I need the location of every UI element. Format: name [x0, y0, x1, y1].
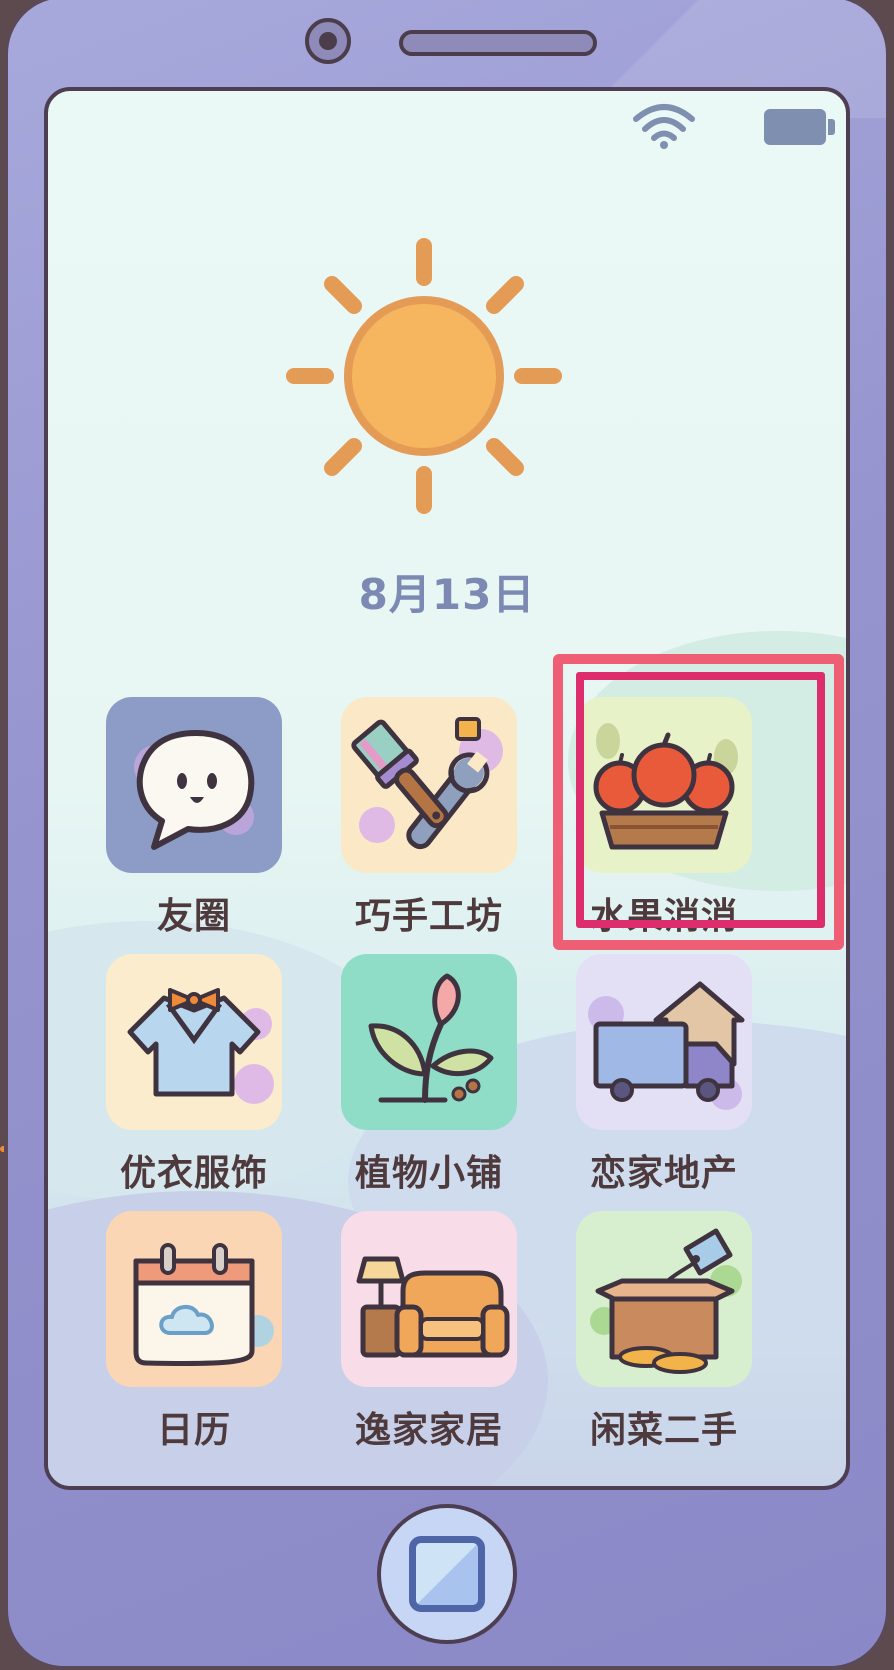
app-label: 优衣服饰 — [119, 1153, 268, 1194]
app-tile[interactable] — [576, 1211, 752, 1387]
box-price-tag-icon — [590, 1228, 742, 1374]
app-tile[interactable] — [341, 1211, 517, 1387]
app-label: 巧手工坊 — [354, 896, 503, 937]
shirt-bowtie-icon — [127, 988, 274, 1104]
home-button[interactable] — [377, 1504, 517, 1644]
speech-bubble-face-icon — [134, 730, 255, 850]
app-tile[interactable] — [106, 1211, 282, 1387]
app-tile[interactable] — [341, 954, 517, 1130]
app-selection-highlight-inner — [576, 672, 825, 928]
home-square-icon — [409, 1536, 485, 1612]
app-zhiwu-xiaopu[interactable]: 植物小铺 — [341, 954, 517, 1196]
front-camera — [305, 18, 351, 64]
sofa-lamp-icon — [356, 1256, 510, 1358]
moving-truck-house-icon — [588, 981, 745, 1110]
app-tile[interactable] — [106, 954, 282, 1130]
wifi-icon — [633, 104, 695, 149]
app-youquan[interactable]: 友圈 — [106, 697, 282, 939]
app-label: 友圈 — [156, 896, 231, 937]
app-tile[interactable] — [576, 954, 752, 1130]
earpiece-speaker — [399, 30, 597, 56]
calendar-cloud-icon — [133, 1243, 274, 1366]
app-qiaoshou-gongfang[interactable]: 巧手工坊 — [341, 697, 517, 939]
app-label: 恋家地产 — [589, 1153, 738, 1194]
brush-wrench-icon — [351, 717, 503, 850]
app-youyi-fushi[interactable]: 优衣服饰 — [106, 954, 282, 1196]
app-label: 日历 — [156, 1410, 231, 1451]
plant-sprout-icon — [368, 973, 494, 1103]
app-rili[interactable]: 日历 — [106, 1211, 282, 1453]
app-yijia-jiaju[interactable]: 逸家家居 — [341, 1211, 517, 1453]
app-label: 植物小铺 — [354, 1153, 503, 1194]
app-label: 闲菜二手 — [589, 1410, 738, 1451]
app-label: 逸家家居 — [354, 1410, 503, 1451]
app-lianjia-dichan[interactable]: 恋家地产 — [576, 954, 752, 1196]
app-tile[interactable] — [341, 697, 517, 873]
date-label: 8月13日 — [358, 570, 536, 619]
app-xiancai-ershou[interactable]: 闲菜二手 — [576, 1211, 752, 1453]
sun-weather-icon — [286, 238, 562, 514]
app-tile[interactable] — [106, 697, 282, 873]
battery-icon — [764, 109, 835, 145]
